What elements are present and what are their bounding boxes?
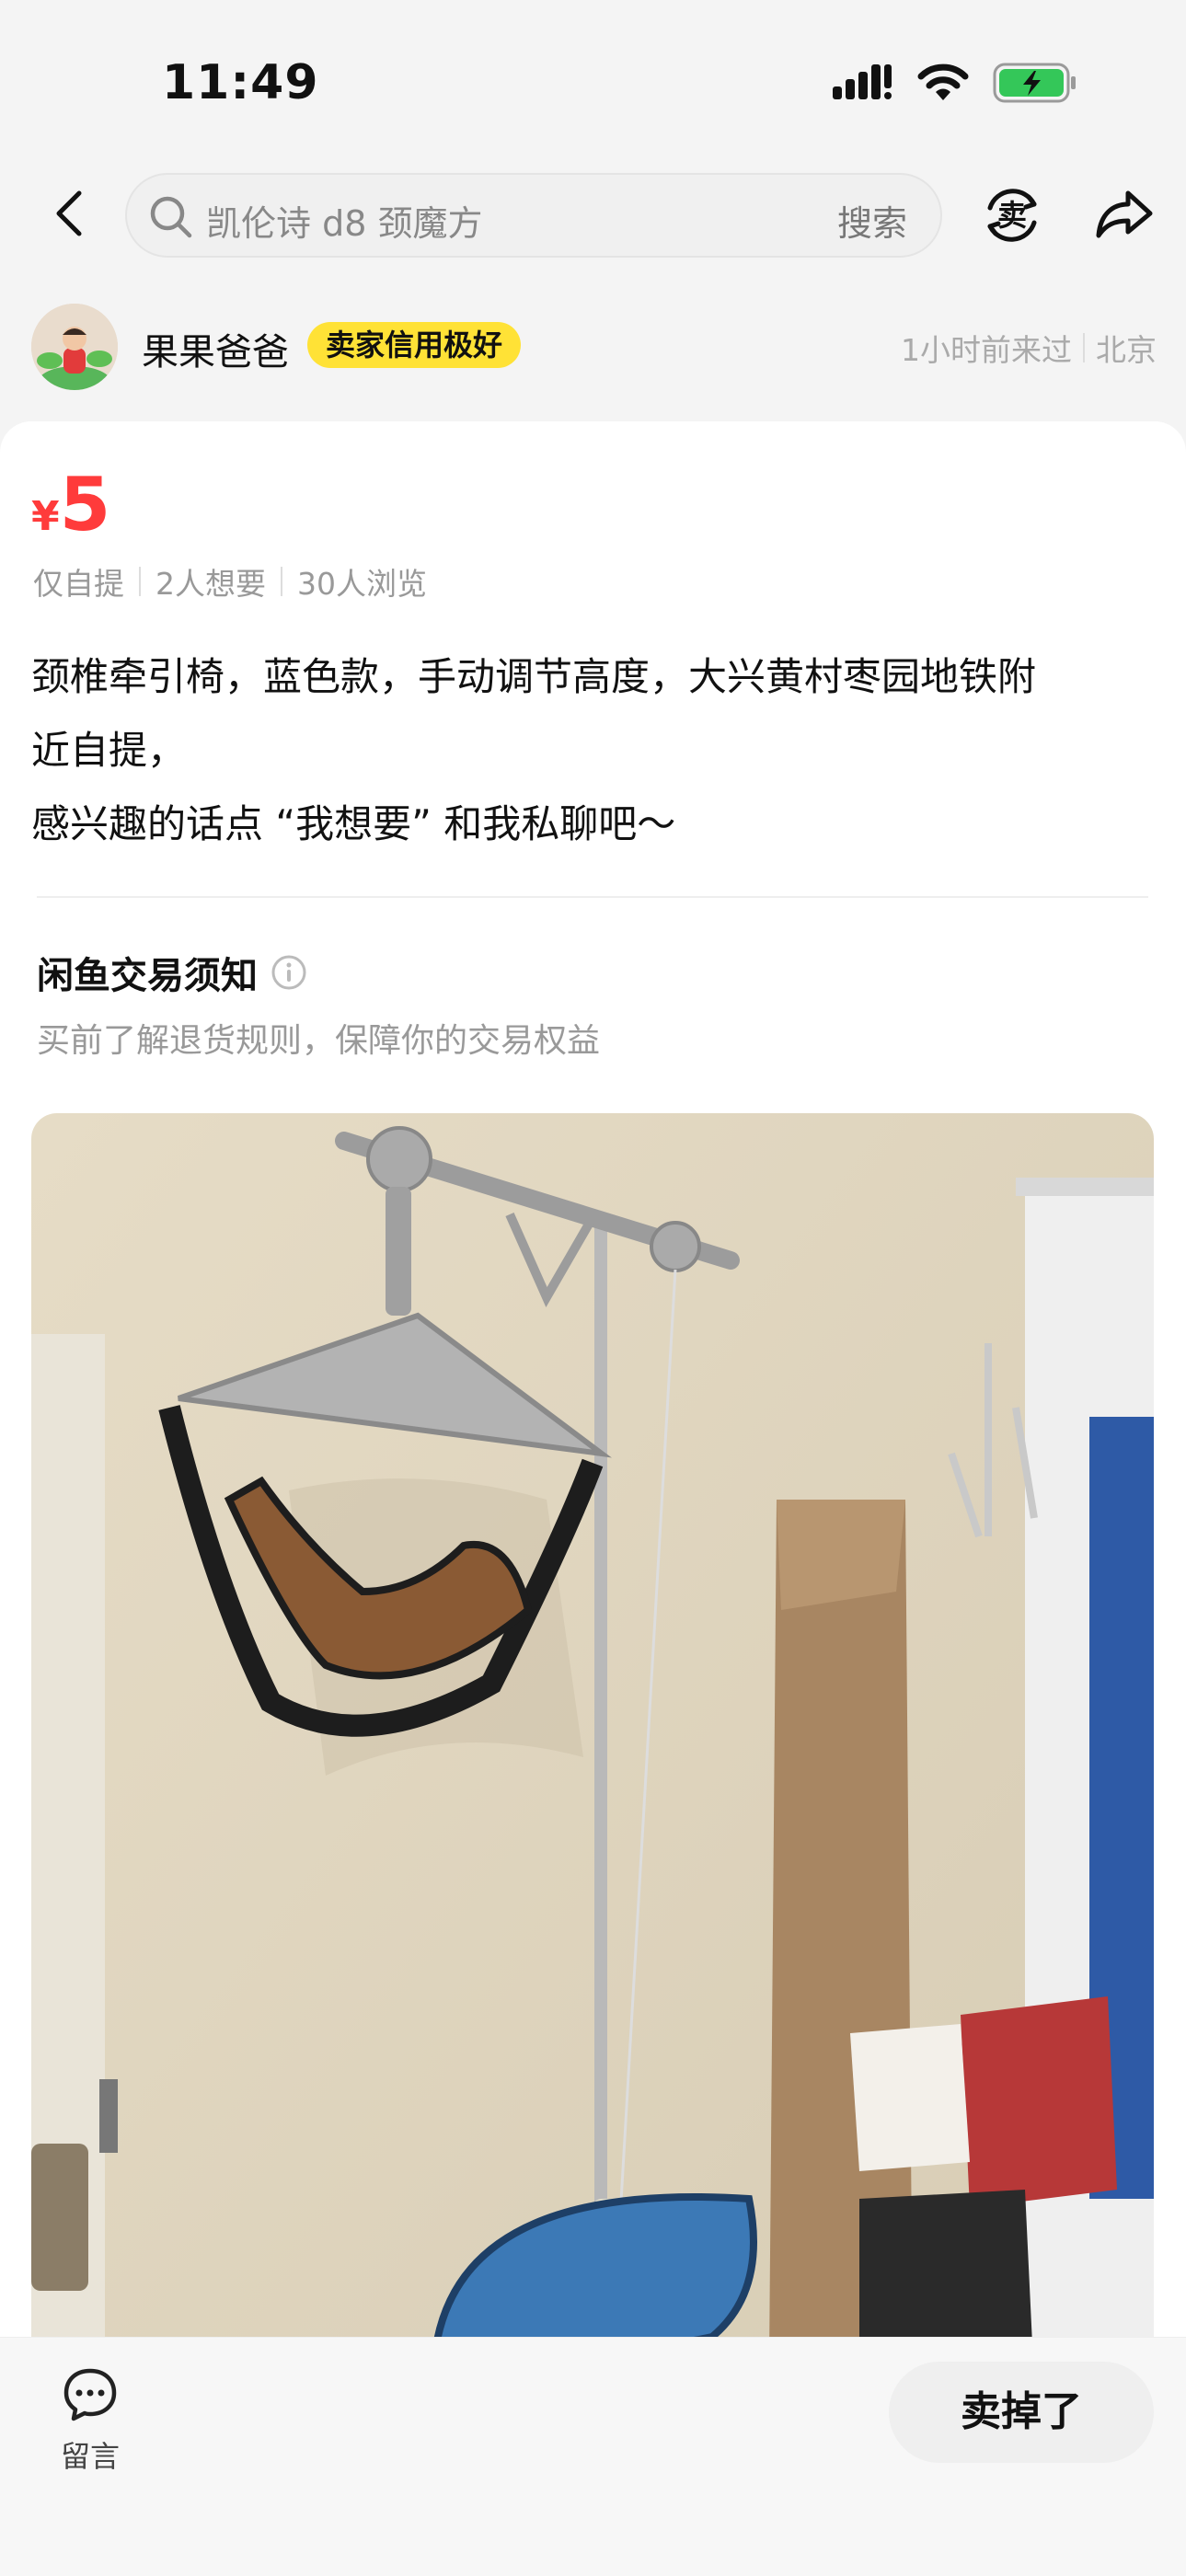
sell-icon: 卖: [987, 189, 1037, 242]
status-bar: 11:49: [0, 0, 1186, 156]
seller-location: 北京: [1096, 332, 1157, 368]
seller-avatar[interactable]: [31, 304, 118, 390]
want-count: 2人想要: [155, 566, 266, 602]
listing-price: ¥5: [31, 462, 110, 547]
stats-divider: [139, 567, 141, 596]
seller-last-seen: 1小时前来过: [901, 332, 1072, 368]
stats-divider: [281, 567, 282, 596]
seller-name[interactable]: 果果爸爸: [142, 322, 289, 375]
trade-notice-subtitle: 买前了解退货规则，保障你的交易权益: [37, 1022, 601, 1060]
seller-row[interactable]: 果果爸爸 卖家信用极好 1小时前来过 北京: [0, 294, 1186, 396]
signal-icon: [833, 64, 892, 99]
sell-icon-char: 卖: [997, 198, 1027, 233]
price-amount: 5: [59, 462, 111, 547]
battery-icon: [993, 63, 1076, 103]
listing-stats: 仅自提 2人想要 30人浏览: [33, 559, 427, 604]
price-currency: ¥: [31, 493, 60, 540]
top-nav: 凯伦诗 d8 颈魔方 搜索 卖: [0, 166, 1186, 267]
search-input[interactable]: 凯伦诗 d8 颈魔方 搜索: [125, 173, 942, 258]
meta-divider: [1083, 333, 1085, 362]
search-icon: [150, 196, 192, 238]
info-icon[interactable]: [271, 954, 307, 991]
comment-label: 留言: [60, 2439, 120, 2474]
view-count: 30人浏览: [297, 566, 427, 602]
seller-credit-badge[interactable]: 卖家信用极好: [307, 322, 522, 368]
search-query-text: 凯伦诗 d8 颈魔方: [206, 203, 483, 244]
delivery-method: 仅自提: [33, 566, 124, 602]
share-icon: [1096, 190, 1153, 238]
status-icons: [833, 63, 1077, 103]
sold-button[interactable]: 卖掉了: [889, 2362, 1154, 2463]
wifi-icon: [917, 63, 969, 100]
back-arrow-icon: [56, 190, 82, 236]
trade-notice-title: 闲鱼交易须知: [37, 955, 258, 997]
back-button[interactable]: [42, 186, 98, 241]
comment-bubble-icon: [63, 2368, 117, 2421]
listing-card: ¥5 仅自提 2人想要 30人浏览 颈椎牵引椅，蓝色款，手动调节高度，大兴黄村枣…: [0, 421, 1186, 2576]
search-button[interactable]: 搜索: [837, 195, 907, 246]
sell-button[interactable]: 卖: [977, 180, 1047, 250]
bottom-action-bar: 留言 卖掉了: [0, 2337, 1186, 2576]
comment-button[interactable]: 留言: [53, 2365, 127, 2476]
listing-description: 颈椎牵引椅，蓝色款，手动调节高度，大兴黄村枣园地铁附 近自提， 感兴趣的话点 “…: [31, 654, 1037, 846]
seller-meta: 1小时前来过 北京: [901, 326, 1157, 370]
trade-notice[interactable]: 闲鱼交易须知: [37, 946, 307, 999]
status-time: 11:49: [162, 55, 319, 110]
share-button[interactable]: [1086, 178, 1159, 252]
section-divider: [37, 896, 1148, 898]
